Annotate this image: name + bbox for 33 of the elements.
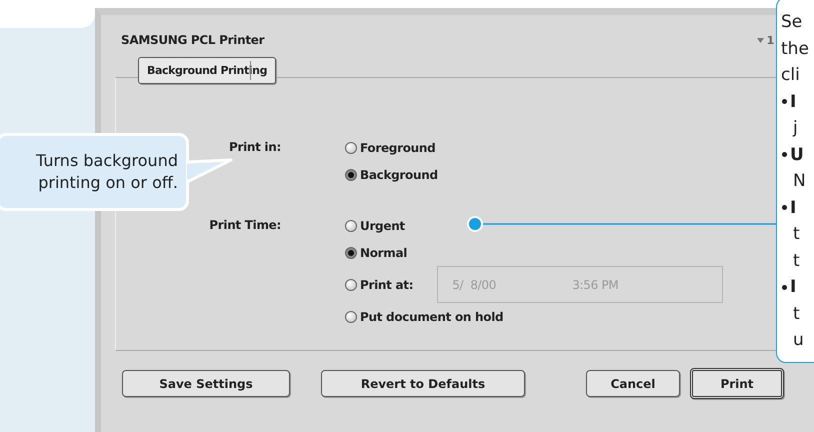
radio-button[interactable]: Foreground <box>345 140 436 154</box>
callout-text: j <box>793 117 798 140</box>
dialog-button[interactable]: Save Settings <box>122 370 290 397</box>
callout-text: the <box>781 38 809 60</box>
dialog-button[interactable]: Cancel <box>586 370 680 397</box>
radio-button[interactable]: Background <box>345 168 438 182</box>
option-label: Print Time: <box>209 217 281 232</box>
callout-text: t <box>793 302 800 326</box>
callout-text: cli <box>781 64 800 87</box>
callout-text: I <box>790 196 796 220</box>
radio-button[interactable]: Put document on hold <box>345 310 504 324</box>
callout-text: Se <box>781 11 802 34</box>
callout-text: U <box>790 144 804 166</box>
bullet-icon <box>782 152 787 158</box>
dialog-button[interactable]: Print <box>690 368 784 399</box>
version-number: 1 <box>766 34 774 46</box>
callout-text: I <box>790 90 796 114</box>
triangle-icon <box>756 38 764 42</box>
window-title: SAMSUNG PCL Printer <box>121 33 264 47</box>
callout-text: t <box>793 250 800 272</box>
bullet-icon <box>782 99 787 104</box>
bullet-icon <box>782 205 787 210</box>
callout-text: N <box>793 170 806 193</box>
callout-text: t <box>793 223 800 246</box>
bullet-icon <box>782 284 787 290</box>
radio-button[interactable]: Normal <box>345 246 408 260</box>
option-label: Print in: <box>228 139 281 154</box>
callout-text: I <box>790 276 796 299</box>
callout-text: u <box>793 329 804 352</box>
dialog-button[interactable]: Revert to Defaults <box>321 370 525 397</box>
panel-dropdown[interactable]: Background Printing <box>138 57 276 84</box>
radio-button[interactable]: Urgent <box>345 218 405 232</box>
callout-text: Turns background printing on or off. <box>35 150 178 194</box>
